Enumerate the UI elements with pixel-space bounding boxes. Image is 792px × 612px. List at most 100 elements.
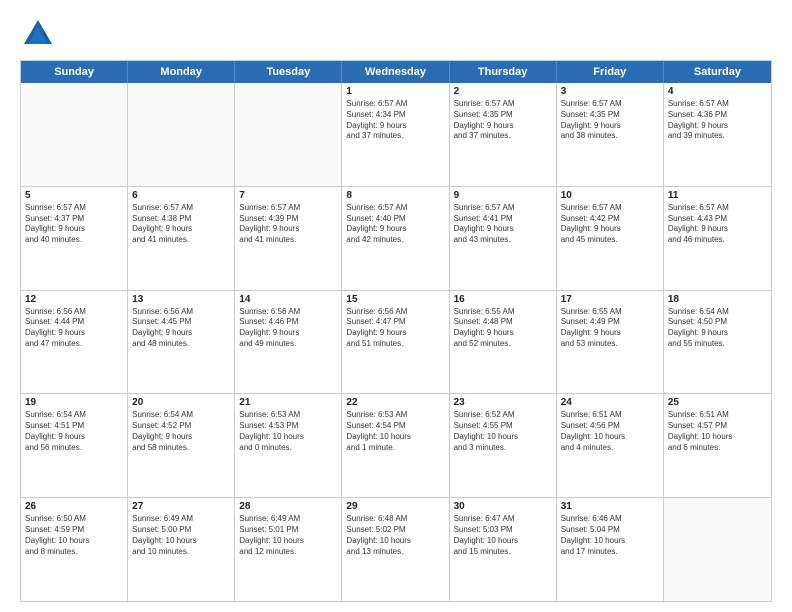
calendar-cell: 4 Sunrise: 6:57 AM Sunset: 4:36 PM Daylig…	[664, 83, 771, 186]
calendar-cell: 23 Sunrise: 6:52 AM Sunset: 4:55 PM Dayli…	[450, 394, 557, 497]
day-number: 18	[668, 294, 767, 305]
day-info: Sunrise: 6:57 AM Sunset: 4:35 PM Dayligh…	[454, 99, 552, 142]
calendar-cell: 29 Sunrise: 6:48 AM Sunset: 5:02 PM Dayli…	[342, 498, 449, 601]
calendar-cell: 28 Sunrise: 6:49 AM Sunset: 5:01 PM Dayli…	[235, 498, 342, 601]
header-day-sunday: Sunday	[21, 61, 128, 83]
day-number: 9	[454, 190, 552, 201]
day-info: Sunrise: 6:55 AM Sunset: 4:49 PM Dayligh…	[561, 307, 659, 350]
day-info: Sunrise: 6:57 AM Sunset: 4:34 PM Dayligh…	[346, 99, 444, 142]
day-info: Sunrise: 6:57 AM Sunset: 4:39 PM Dayligh…	[239, 203, 337, 246]
calendar-cell: 16Sunrise: 6:55 AM Sunset: 4:48 PM Dayli…	[450, 291, 557, 394]
day-number: 23	[454, 397, 552, 408]
calendar-cell: 18 Sunrise: 6:54 AM Sunset: 4:50 PM Dayli…	[664, 291, 771, 394]
calendar-cell: 12 Sunrise: 6:56 AM Sunset: 4:44 PM Dayli…	[21, 291, 128, 394]
calendar-week-2: 5 Sunrise: 6:57 AM Sunset: 4:37 PM Daylig…	[21, 186, 771, 290]
day-number: 22	[346, 397, 444, 408]
calendar-cell: 26 Sunrise: 6:50 AM Sunset: 4:59 PM Dayli…	[21, 498, 128, 601]
day-info: Sunrise: 6:51 AM Sunset: 4:57 PM Dayligh…	[668, 410, 767, 453]
calendar-cell: 6 Sunrise: 6:57 AM Sunset: 4:38 PM Daylig…	[128, 187, 235, 290]
day-number: 24	[561, 397, 659, 408]
header-day-monday: Monday	[128, 61, 235, 83]
day-info: Sunrise: 6:49 AM Sunset: 5:01 PM Dayligh…	[239, 514, 337, 557]
calendar-cell: 22Sunrise: 6:53 AM Sunset: 4:54 PM Dayli…	[342, 394, 449, 497]
day-number: 21	[239, 397, 337, 408]
calendar-header: SundayMondayTuesdayWednesdayThursdayFrid…	[21, 61, 771, 83]
calendar-cell	[664, 498, 771, 601]
day-number: 12	[25, 294, 123, 305]
calendar-cell: 17Sunrise: 6:55 AM Sunset: 4:49 PM Dayli…	[557, 291, 664, 394]
day-number: 4	[668, 86, 767, 97]
day-info: Sunrise: 6:56 AM Sunset: 4:47 PM Dayligh…	[346, 307, 444, 350]
day-info: Sunrise: 6:56 AM Sunset: 4:45 PM Dayligh…	[132, 307, 230, 350]
calendar-cell: 8 Sunrise: 6:57 AM Sunset: 4:40 PM Daylig…	[342, 187, 449, 290]
day-number: 1	[346, 86, 444, 97]
day-info: Sunrise: 6:57 AM Sunset: 4:43 PM Dayligh…	[668, 203, 767, 246]
calendar-cell: 5 Sunrise: 6:57 AM Sunset: 4:37 PM Daylig…	[21, 187, 128, 290]
day-number: 19	[25, 397, 123, 408]
calendar-cell: 13 Sunrise: 6:56 AM Sunset: 4:45 PM Dayli…	[128, 291, 235, 394]
day-number: 29	[346, 501, 444, 512]
day-number: 8	[346, 190, 444, 201]
header-day-tuesday: Tuesday	[235, 61, 342, 83]
day-number: 15	[346, 294, 444, 305]
day-info: Sunrise: 6:56 AM Sunset: 4:46 PM Dayligh…	[239, 307, 337, 350]
day-number: 13	[132, 294, 230, 305]
header-day-saturday: Saturday	[664, 61, 771, 83]
day-number: 27	[132, 501, 230, 512]
day-number: 10	[561, 190, 659, 201]
day-number: 3	[561, 86, 659, 97]
calendar-cell: 14 Sunrise: 6:56 AM Sunset: 4:46 PM Dayli…	[235, 291, 342, 394]
day-info: Sunrise: 6:56 AM Sunset: 4:44 PM Dayligh…	[25, 307, 123, 350]
day-info: Sunrise: 6:48 AM Sunset: 5:02 PM Dayligh…	[346, 514, 444, 557]
calendar-cell: 19Sunrise: 6:54 AM Sunset: 4:51 PM Dayli…	[21, 394, 128, 497]
day-info: Sunrise: 6:57 AM Sunset: 4:35 PM Dayligh…	[561, 99, 659, 142]
day-info: Sunrise: 6:57 AM Sunset: 4:37 PM Dayligh…	[25, 203, 123, 246]
calendar: SundayMondayTuesdayWednesdayThursdayFrid…	[20, 60, 772, 602]
calendar-cell: 7 Sunrise: 6:57 AM Sunset: 4:39 PM Daylig…	[235, 187, 342, 290]
header-day-friday: Friday	[557, 61, 664, 83]
logo	[20, 16, 62, 52]
calendar-cell: 24Sunrise: 6:51 AM Sunset: 4:56 PM Dayli…	[557, 394, 664, 497]
day-number: 28	[239, 501, 337, 512]
day-info: Sunrise: 6:57 AM Sunset: 4:40 PM Dayligh…	[346, 203, 444, 246]
calendar-cell	[128, 83, 235, 186]
day-info: Sunrise: 6:54 AM Sunset: 4:50 PM Dayligh…	[668, 307, 767, 350]
day-number: 14	[239, 294, 337, 305]
day-number: 7	[239, 190, 337, 201]
logo-icon	[20, 16, 56, 52]
day-number: 30	[454, 501, 552, 512]
day-info: Sunrise: 6:49 AM Sunset: 5:00 PM Dayligh…	[132, 514, 230, 557]
calendar-cell: 11 Sunrise: 6:57 AM Sunset: 4:43 PM Dayli…	[664, 187, 771, 290]
day-number: 5	[25, 190, 123, 201]
calendar-cell: 2 Sunrise: 6:57 AM Sunset: 4:35 PM Daylig…	[450, 83, 557, 186]
day-number: 11	[668, 190, 767, 201]
page: SundayMondayTuesdayWednesdayThursdayFrid…	[0, 0, 792, 612]
header-day-thursday: Thursday	[450, 61, 557, 83]
day-info: Sunrise: 6:54 AM Sunset: 4:52 PM Dayligh…	[132, 410, 230, 453]
day-info: Sunrise: 6:47 AM Sunset: 5:03 PM Dayligh…	[454, 514, 552, 557]
calendar-cell: 31Sunrise: 6:46 AM Sunset: 5:04 PM Dayli…	[557, 498, 664, 601]
day-info: Sunrise: 6:57 AM Sunset: 4:38 PM Dayligh…	[132, 203, 230, 246]
day-info: Sunrise: 6:46 AM Sunset: 5:04 PM Dayligh…	[561, 514, 659, 557]
day-number: 20	[132, 397, 230, 408]
calendar-cell: 21Sunrise: 6:53 AM Sunset: 4:53 PM Dayli…	[235, 394, 342, 497]
day-info: Sunrise: 6:50 AM Sunset: 4:59 PM Dayligh…	[25, 514, 123, 557]
calendar-cell	[21, 83, 128, 186]
day-number: 26	[25, 501, 123, 512]
calendar-cell: 9 Sunrise: 6:57 AM Sunset: 4:41 PM Daylig…	[450, 187, 557, 290]
calendar-cell: 27 Sunrise: 6:49 AM Sunset: 5:00 PM Dayli…	[128, 498, 235, 601]
calendar-week-5: 26 Sunrise: 6:50 AM Sunset: 4:59 PM Dayli…	[21, 497, 771, 601]
day-info: Sunrise: 6:57 AM Sunset: 4:36 PM Dayligh…	[668, 99, 767, 142]
day-info: Sunrise: 6:57 AM Sunset: 4:41 PM Dayligh…	[454, 203, 552, 246]
day-number: 2	[454, 86, 552, 97]
calendar-body: 1 Sunrise: 6:57 AM Sunset: 4:34 PM Daylig…	[21, 83, 771, 601]
day-info: Sunrise: 6:52 AM Sunset: 4:55 PM Dayligh…	[454, 410, 552, 453]
day-number: 25	[668, 397, 767, 408]
header	[20, 16, 772, 52]
calendar-cell: 10Sunrise: 6:57 AM Sunset: 4:42 PM Dayli…	[557, 187, 664, 290]
day-number: 6	[132, 190, 230, 201]
calendar-cell	[235, 83, 342, 186]
calendar-week-4: 19Sunrise: 6:54 AM Sunset: 4:51 PM Dayli…	[21, 393, 771, 497]
header-day-wednesday: Wednesday	[342, 61, 449, 83]
calendar-cell: 3 Sunrise: 6:57 AM Sunset: 4:35 PM Daylig…	[557, 83, 664, 186]
